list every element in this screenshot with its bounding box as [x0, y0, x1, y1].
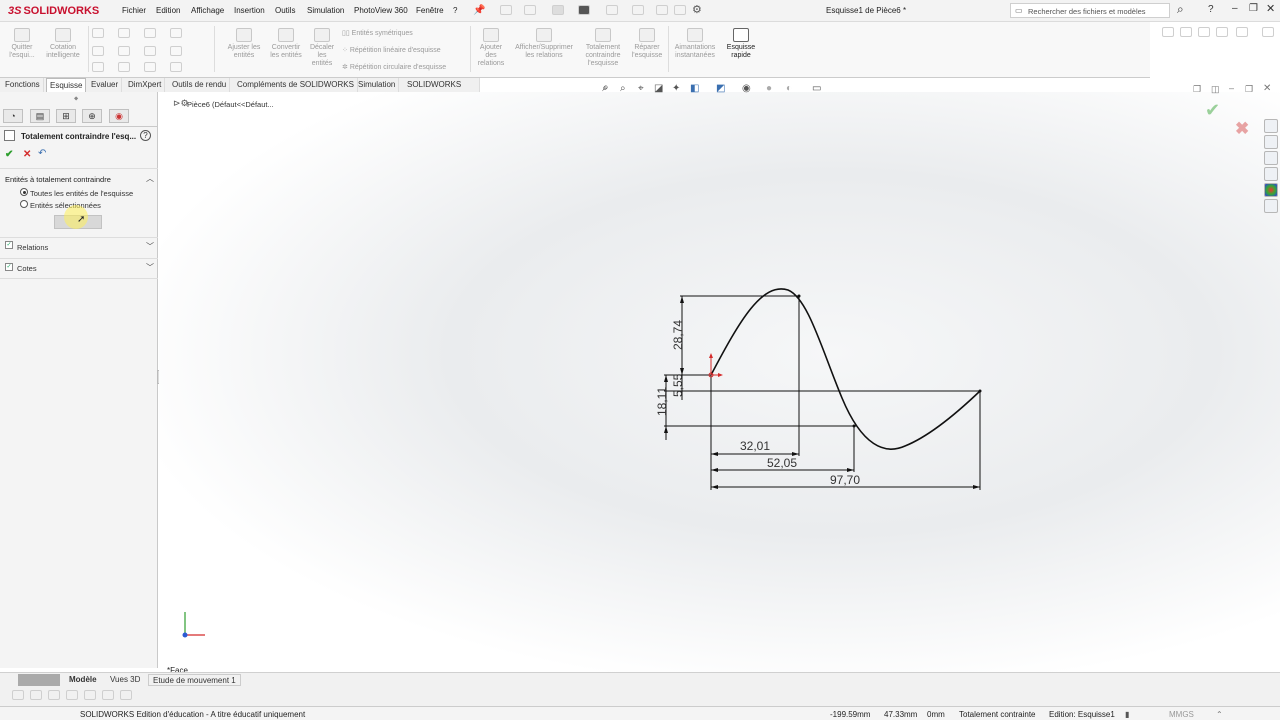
axis-triad-icon: [182, 612, 205, 638]
coord-y: 47.33mm: [884, 710, 918, 719]
nav-arrows[interactable]: [18, 674, 60, 686]
dimension-5205[interactable]: 52,05: [767, 456, 797, 470]
dimension-9770[interactable]: 97,70: [830, 473, 860, 487]
dimension-2874[interactable]: 28,74: [671, 320, 685, 350]
status-bar: SOLIDWORKS Edition d'éducation - A titre…: [0, 706, 1280, 720]
sketch-spline: [710, 288, 981, 450]
dimension-1811[interactable]: 18,11: [655, 387, 669, 416]
edition-notice: SOLIDWORKS Edition d'éducation - A titre…: [80, 710, 306, 719]
view-palette-icon[interactable]: [1264, 167, 1278, 181]
sketch-canvas[interactable]: [0, 0, 1280, 720]
tab-3d-views[interactable]: Vues 3D: [106, 674, 144, 686]
dimension-3201[interactable]: 32,01: [740, 439, 770, 453]
coord-x: -199.59mm: [830, 710, 871, 719]
sketch-status: Totalement contrainte: [959, 710, 1036, 719]
toolbar-icon-1[interactable]: [12, 690, 24, 700]
toolbar-icon-4[interactable]: [66, 690, 78, 700]
units-indicator[interactable]: MMGS: [1169, 710, 1194, 719]
customize-status-icon[interactable]: ⌃: [1216, 710, 1223, 719]
toolbar-icon-6[interactable]: [102, 690, 114, 700]
bottom-tabs: Modèle Vues 3D Etude de mouvement 1: [0, 672, 1280, 686]
toolbar-icon-2[interactable]: [30, 690, 42, 700]
toolbar-icon-5[interactable]: [84, 690, 96, 700]
editing-status: Edition: Esquisse1: [1049, 710, 1115, 719]
custom-properties-icon[interactable]: [1264, 199, 1278, 213]
tab-motion-study[interactable]: Etude de mouvement 1: [148, 674, 241, 686]
appearances-icon[interactable]: [1264, 183, 1278, 197]
motion-toolbar: [0, 686, 1280, 706]
dimension-555[interactable]: 5,55: [671, 374, 685, 397]
resources-home-icon[interactable]: [1264, 119, 1278, 133]
rebuild-status-icon[interactable]: ▮: [1125, 710, 1129, 719]
coord-z: 0mm: [927, 710, 945, 719]
toolbar-icon-3[interactable]: [48, 690, 60, 700]
design-library-icon[interactable]: [1264, 135, 1278, 149]
toolbar-icon-7[interactable]: [120, 690, 132, 700]
file-explorer-icon[interactable]: [1264, 151, 1278, 165]
tab-model[interactable]: Modèle: [65, 674, 101, 686]
